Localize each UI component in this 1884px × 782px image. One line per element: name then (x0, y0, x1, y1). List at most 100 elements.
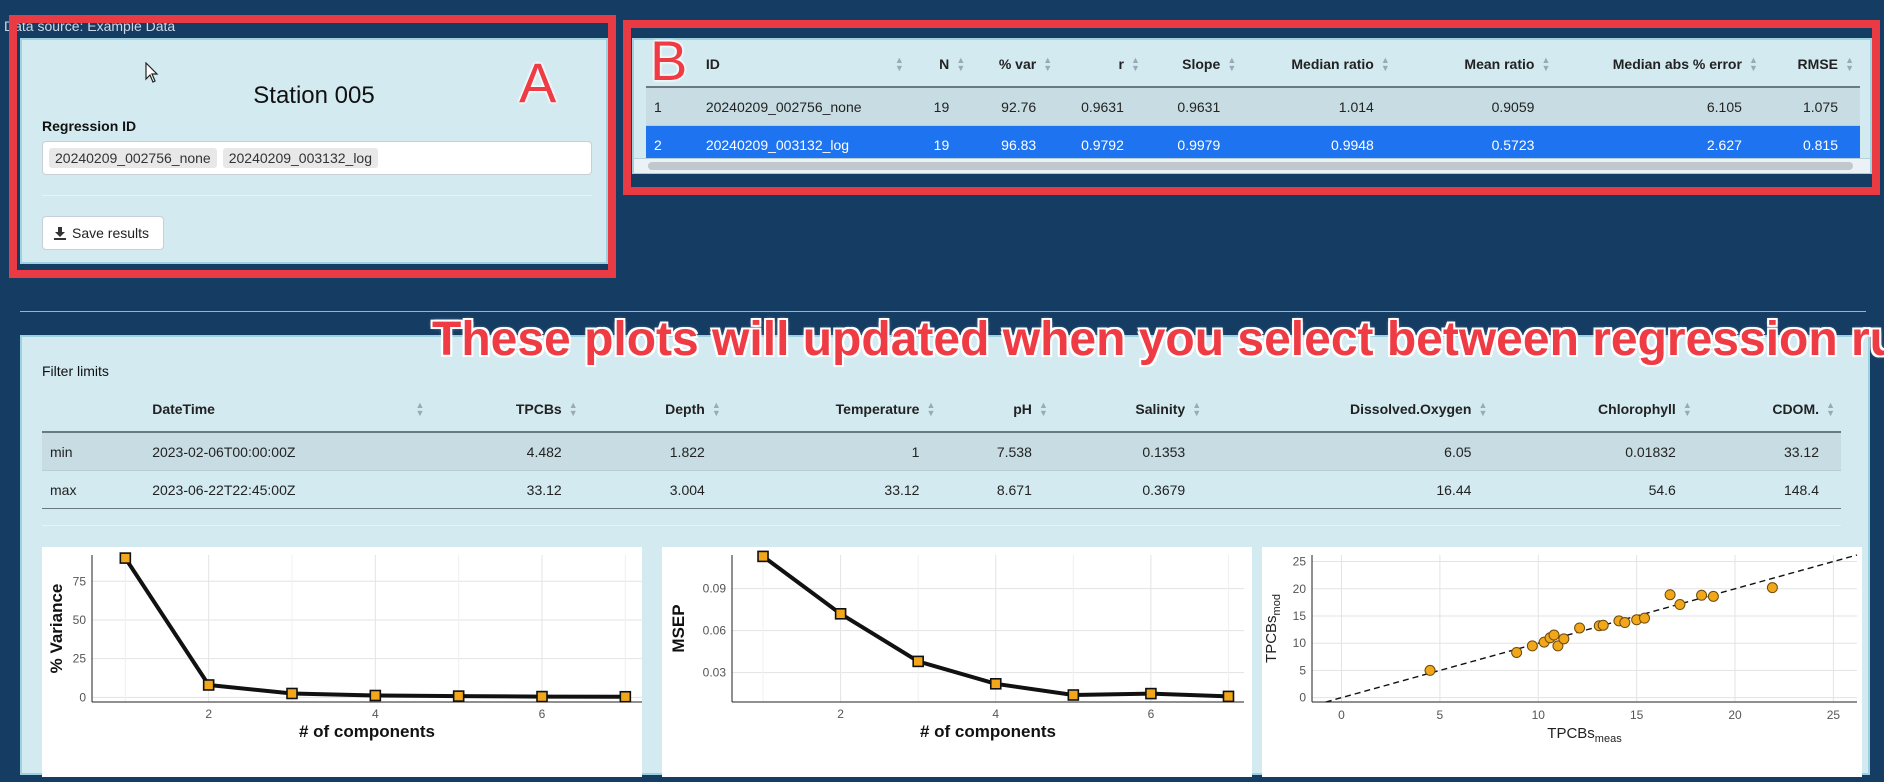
regression-chip[interactable]: 20240209_002756_none (49, 148, 217, 168)
data-point (1766, 582, 1778, 594)
y-tick-label: 0 (79, 690, 86, 704)
y-tick-label: 0.09 (703, 582, 727, 596)
data-point (1067, 689, 1080, 701)
y-axis-label: MSEP (669, 604, 688, 652)
divider (42, 195, 592, 196)
regression-chip[interactable]: 20240209_003132_log (222, 148, 378, 168)
col-header-mape[interactable]: Median abs % error ▲ ▼ (1556, 42, 1764, 88)
y-axis-label-subscript: mod (1271, 594, 1283, 615)
data-point (1674, 599, 1686, 611)
divider (42, 525, 1841, 526)
x-axis-label: # of components (920, 722, 1056, 741)
y-tick-label: 20 (1293, 582, 1307, 596)
filter-limits-label: Filter limits (42, 363, 109, 379)
reference-line (1325, 554, 1858, 703)
mouse-cursor-icon (145, 62, 159, 83)
data-point (619, 690, 632, 703)
data-point (1222, 690, 1235, 703)
annotation-letter-a: A (519, 51, 557, 114)
table-row[interactable]: max 2023-06-22T22:45:00Z 33.12 3.004 33.… (42, 470, 1841, 509)
table-row[interactable]: min 2023-02-06T00:00:00Z 4.482 1.822 1 7… (42, 431, 1841, 471)
col-header-n[interactable]: N ▲ ▼ (909, 42, 972, 88)
data-point (989, 678, 1002, 690)
filter-limits-table: DateTime ▲ ▼ TPCBs ▲ ▼ Depth ▲ ▼ Temperature ▲ ▼… (42, 387, 1841, 509)
col-header-datetime[interactable]: DateTime ▲ ▼ (144, 387, 431, 433)
x-tick-label: 5 (1437, 708, 1444, 722)
col-header-salinity[interactable]: Salinity ▲ ▼ (1053, 387, 1208, 433)
col-header-dissolved-oxygen[interactable]: Dissolved.Oxygen ▲ ▼ (1207, 387, 1494, 433)
y-tick-label: 25 (73, 652, 87, 666)
y-tick-label: 25 (1293, 555, 1307, 569)
col-header-chlorophyll[interactable]: Chlorophyll ▲ ▼ (1493, 387, 1698, 433)
variance-plot: 2 4 6 0 25 50 75 # of components % Variance (42, 547, 642, 777)
data-point (757, 550, 769, 563)
annotation-letter-b: B (650, 29, 688, 92)
col-header-median-ratio[interactable]: Median ratio ▲ ▼ (1242, 42, 1396, 88)
x-axis-label: # of components (299, 722, 435, 741)
download-icon (54, 227, 66, 240)
y-tick-label: 5 (1299, 663, 1306, 677)
x-tick-label: 20 (1728, 708, 1742, 722)
data-point (1664, 589, 1676, 601)
regression-id-label: Regression ID (42, 118, 137, 134)
x-tick-label: 0 (1338, 708, 1345, 722)
data-point (912, 655, 924, 668)
col-header-rmse[interactable]: RMSE ▲ ▼ (1763, 42, 1860, 88)
x-tick-label: 2 (205, 707, 212, 721)
data-point (452, 690, 465, 702)
annotation-text: These plots will updated when you select… (432, 313, 1884, 366)
data-point (1707, 590, 1719, 602)
col-header-slope[interactable]: Slope ▲ ▼ (1145, 42, 1243, 88)
data-point (834, 607, 847, 620)
x-tick-label: 4 (992, 707, 999, 721)
data-point (536, 690, 548, 703)
data-point (1511, 646, 1523, 658)
table-row[interactable]: 1 20240209_002756_none 19 92.76 0.9631 0… (646, 86, 1860, 126)
x-tick-label: 6 (539, 707, 546, 721)
col-header-depth[interactable]: Depth ▲ ▼ (583, 387, 727, 433)
data-point (1548, 629, 1560, 641)
col-header-id[interactable]: ID ▲ ▼ (697, 42, 910, 88)
horizontal-scrollbar[interactable] (634, 158, 1870, 173)
col-header-temperature[interactable]: Temperature ▲ ▼ (726, 387, 942, 433)
regression-results-table: ID ▲ ▼ N ▲ ▼ % var ▲ ▼ r ▲ ▼ Slope ▲ ▼ Median rati… (646, 42, 1860, 163)
data-point (1424, 664, 1436, 676)
x-tick-label: 10 (1532, 708, 1546, 722)
col-header-cdom[interactable]: CDOM. ▲ ▼ (1697, 387, 1841, 433)
data-point (119, 552, 132, 564)
save-results-button[interactable]: Save results (42, 216, 164, 250)
data-point (1696, 589, 1708, 601)
y-axis-label: % Variance (47, 584, 66, 674)
save-results-label: Save results (72, 225, 150, 241)
col-header-tpcbs[interactable]: TPCBs ▲ ▼ (430, 387, 584, 433)
data-point (1597, 619, 1609, 631)
x-tick-label: 2 (837, 707, 844, 721)
x-tick-label: 25 (1827, 708, 1841, 722)
regression-id-select[interactable]: 20240209_002756_none 20240209_003132_log (42, 141, 592, 175)
data-point (286, 687, 298, 700)
x-tick-label: 15 (1630, 708, 1644, 722)
x-axis-label-subscript: meas (1595, 733, 1622, 745)
regression-results-panel: ID ▲ ▼ N ▲ ▼ % var ▲ ▼ r ▲ ▼ Slope ▲ ▼ Median rati… (632, 38, 1872, 174)
y-tick-label: 0.06 (703, 624, 727, 638)
x-tick-label: 4 (372, 707, 379, 721)
scrollbar-thumb[interactable] (648, 162, 1853, 170)
data-point (1145, 687, 1157, 700)
msep-plot: 2 4 6 0.03 0.06 0.09 # of components MSEP (662, 547, 1252, 777)
data-point (1639, 612, 1651, 624)
col-header-pvar[interactable]: % var ▲ ▼ (971, 42, 1059, 88)
data-source-label: Data source: Example Data (4, 18, 176, 34)
y-axis-label: TPCBsmod (1263, 594, 1283, 663)
data-point (1574, 622, 1586, 634)
data-point (369, 689, 382, 702)
y-tick-label: 0.03 (703, 666, 727, 680)
y-tick-label: 75 (73, 574, 87, 588)
col-header-ph[interactable]: pH ▲ ▼ (941, 387, 1054, 433)
col-header-r[interactable]: r ▲ ▼ (1058, 42, 1146, 88)
col-header-mean-ratio[interactable]: Mean ratio ▲ ▼ (1395, 42, 1557, 88)
data-point (1619, 617, 1631, 629)
data-point (1526, 640, 1538, 652)
data-point (202, 679, 215, 691)
predicted-vs-measured-plot: 0 5 10 15 20 25 0 5 10 15 20 25 TPCBsmeas TPCBsmod (1262, 547, 1862, 777)
filter-plots-panel: Filter limits DateTime ▲ ▼ TPCBs ▲ ▼ Depth ▲ ▼… (20, 335, 1870, 777)
